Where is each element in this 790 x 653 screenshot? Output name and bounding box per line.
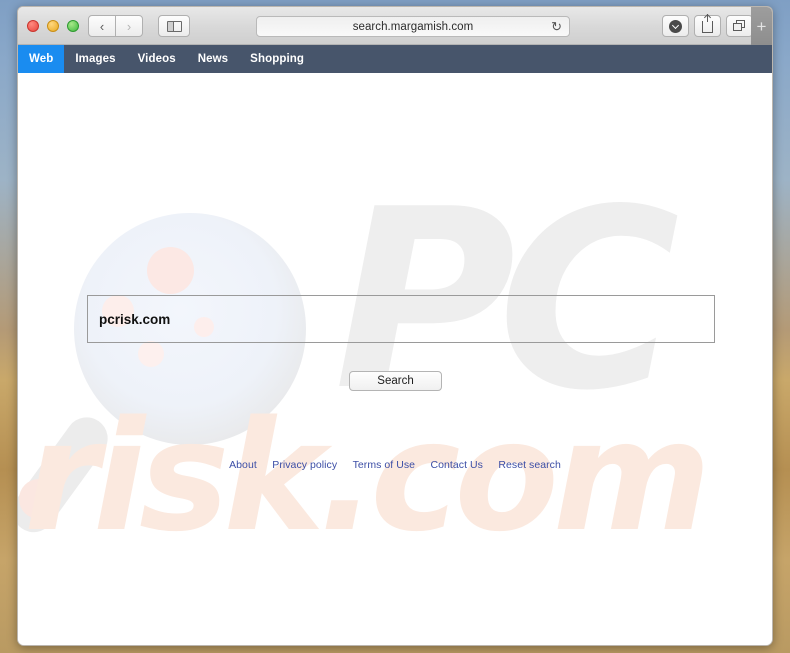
downloads-button[interactable] [662, 15, 689, 37]
footer-link-terms-of-use[interactable]: Terms of Use [353, 459, 415, 471]
address-bar[interactable]: search.margamish.com ↻ [256, 16, 570, 37]
nav-item-web[interactable]: Web [18, 45, 65, 73]
back-button[interactable]: ‹ [88, 15, 116, 37]
nav-item-label: Web [29, 53, 54, 65]
close-window-button[interactable] [27, 20, 39, 32]
reload-icon[interactable]: ↻ [551, 20, 562, 34]
safari-browser-window: ‹ › search.margamish.com ↻ + Web Images … [17, 6, 773, 646]
watermark-logo-bottom: risk.com [24, 388, 711, 565]
chevron-left-icon: ‹ [99, 18, 105, 34]
nav-item-label: Videos [137, 53, 176, 65]
nav-item-images[interactable]: Images [64, 45, 126, 73]
nav-item-shopping[interactable]: Shopping [239, 45, 315, 73]
nav-item-label: Shopping [250, 53, 304, 65]
search-input[interactable] [87, 295, 715, 343]
nav-item-label: News [197, 53, 229, 65]
nav-item-videos[interactable]: Videos [127, 45, 187, 73]
share-button[interactable] [694, 14, 721, 37]
sidebar-toggle-icon [166, 20, 182, 32]
page-content: PC risk.com Search About Privacy policy … [18, 73, 772, 645]
search-button[interactable]: Search [349, 371, 442, 391]
url-text: search.margamish.com [352, 20, 474, 33]
chevron-right-icon: › [126, 18, 132, 34]
forward-button[interactable]: › [115, 15, 143, 37]
maximize-window-button[interactable] [67, 20, 79, 32]
window-controls [27, 20, 79, 32]
watermark-dot [138, 341, 164, 367]
nav-item-news[interactable]: News [187, 45, 239, 73]
desktop-background: ‹ › search.margamish.com ↻ + Web Images … [0, 0, 790, 653]
sidebar-toggle-button[interactable] [158, 15, 190, 37]
footer-links: About Privacy policy Terms of Use Contac… [18, 455, 772, 473]
show-tabs-button[interactable] [726, 15, 753, 37]
watermark-dot [147, 247, 194, 294]
footer-link-reset-search[interactable]: Reset search [498, 459, 560, 471]
new-tab-label: + [756, 16, 767, 36]
footer-link-about[interactable]: About [229, 459, 257, 471]
browser-toolbar: ‹ › search.margamish.com ↻ + [18, 7, 772, 45]
new-tab-button[interactable]: + [751, 7, 772, 45]
share-icon [702, 14, 713, 33]
nav-item-label: Images [75, 53, 116, 65]
downloads-icon [669, 19, 682, 33]
footer-link-privacy-policy[interactable]: Privacy policy [272, 459, 337, 471]
show-tabs-icon [733, 20, 746, 32]
footer-link-contact-us[interactable]: Contact Us [431, 459, 483, 471]
minimize-window-button[interactable] [47, 20, 59, 32]
site-category-nav: Web Images Videos News Shopping [18, 45, 772, 73]
